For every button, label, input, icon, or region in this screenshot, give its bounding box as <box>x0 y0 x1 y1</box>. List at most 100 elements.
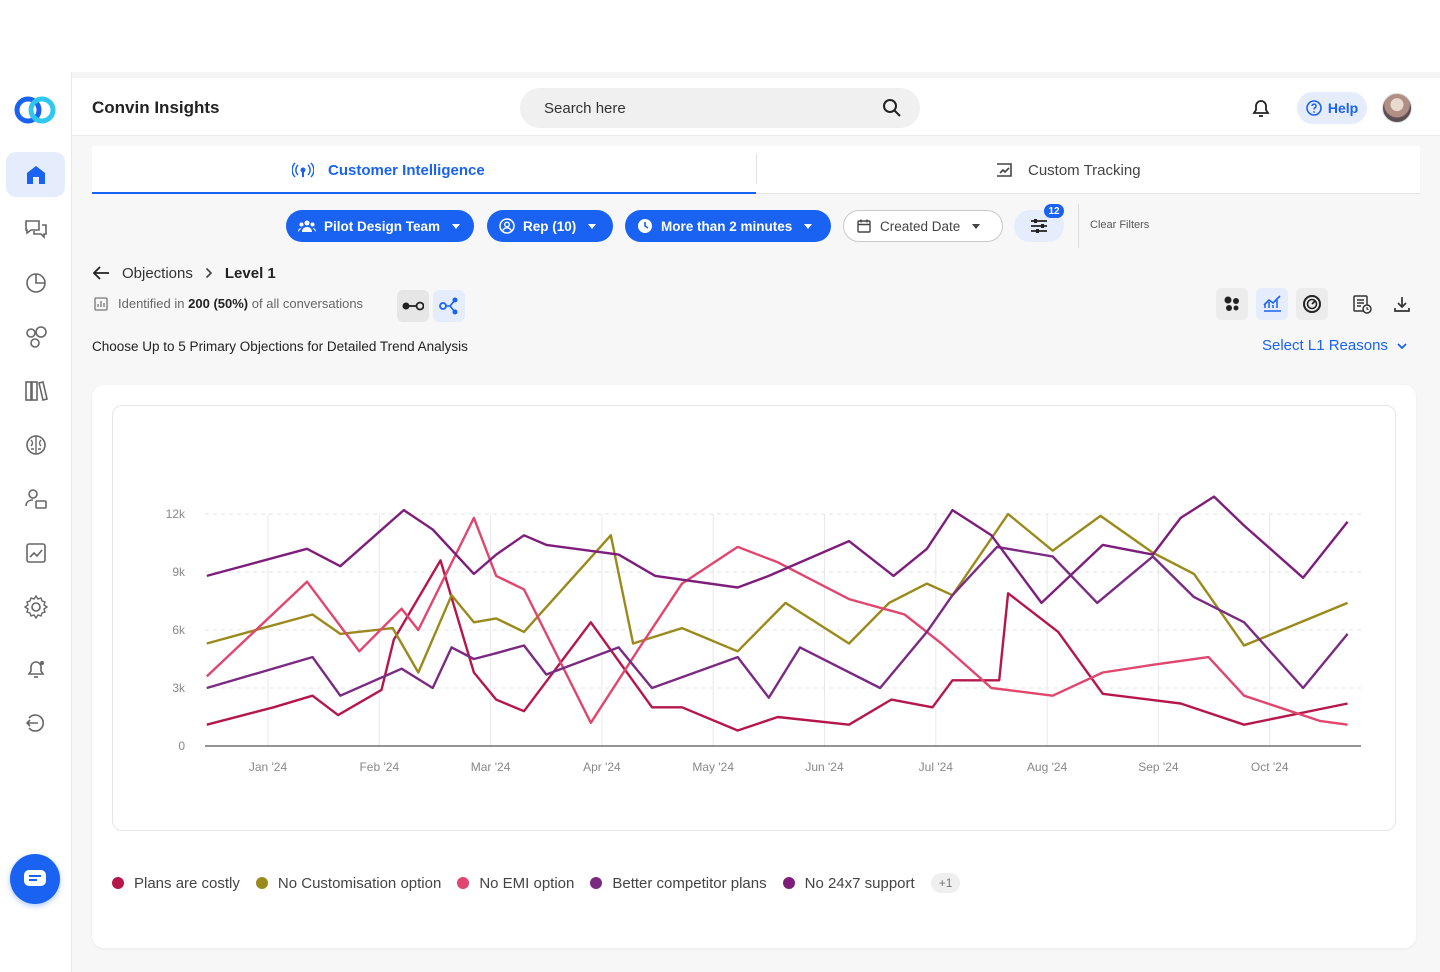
chat-support-button[interactable] <box>10 854 60 904</box>
x-tick-label: Apr '24 <box>583 760 621 774</box>
view-toggle <box>397 290 465 322</box>
legend-item[interactable]: Plans are costly <box>112 875 240 892</box>
calendar-icon <box>857 219 871 233</box>
advanced-filters-button[interactable]: 12 <box>1014 204 1064 242</box>
download-icon <box>1394 297 1410 312</box>
x-tick-label: Sep '24 <box>1138 760 1179 774</box>
legend-dot <box>255 877 268 889</box>
gauge-icon <box>1303 295 1321 313</box>
sidebar-item-users[interactable] <box>6 476 65 521</box>
bell-alert-icon <box>27 660 44 678</box>
team-filter[interactable]: Pilot Design Team <box>286 210 474 242</box>
tab-custom-tracking[interactable]: Custom Tracking <box>994 146 1141 194</box>
tab-customer-intelligence[interactable]: Customer Intelligence <box>292 146 485 194</box>
search-icon[interactable] <box>882 98 902 118</box>
legend-item[interactable]: Better competitor plans <box>590 875 767 892</box>
linear-view-button[interactable] <box>397 290 429 322</box>
breadcrumb-parent[interactable]: Objections <box>122 265 193 282</box>
date-filter[interactable]: Created Date <box>843 210 1003 242</box>
legend-label: No Customisation option <box>277 874 442 892</box>
x-tick-label: Jun '24 <box>805 760 844 774</box>
bubbles-icon <box>1224 296 1239 311</box>
connect-nodes-icon <box>402 301 424 311</box>
trend-chart-icon <box>25 542 46 563</box>
chevron-down-icon <box>972 223 981 229</box>
duration-filter-label: More than 2 minutes <box>661 218 793 234</box>
convin-logo[interactable] <box>14 94 58 126</box>
legend-item[interactable]: No 24x7 support <box>782 875 915 892</box>
rep-filter[interactable]: Rep (10) <box>487 210 613 242</box>
pie-chart-icon <box>25 272 46 293</box>
y-tick-label: 0 <box>178 739 185 753</box>
identified-suffix: of all conversations <box>251 296 364 311</box>
line-chart-icon <box>1263 295 1281 312</box>
chat-bubbles-icon <box>24 219 47 239</box>
x-tick-label: May '24 <box>692 760 734 774</box>
sidebar-item-library[interactable] <box>6 368 65 413</box>
sidebar <box>0 72 72 972</box>
sidebar-item-ai[interactable] <box>6 422 65 467</box>
sidebar-item-analytics[interactable] <box>6 260 65 305</box>
chevron-down-icon <box>804 223 813 229</box>
legend-item[interactable]: No EMI option <box>457 875 574 892</box>
download-button[interactable] <box>1386 288 1418 320</box>
chart-container: 0 3k 6k 9k 12k Jan '24 Feb '24 Mar '24 Apr '24 Ma… <box>112 405 1396 831</box>
sidebar-item-reports[interactable] <box>6 530 65 575</box>
series-line-1[interactable] <box>206 559 1348 732</box>
logout-icon <box>25 713 44 732</box>
series-line-3[interactable] <box>205 516 1348 726</box>
x-tick-label: Oct '24 <box>1251 760 1289 774</box>
bubble-view-button[interactable] <box>1216 288 1248 320</box>
identified-summary: Identified in 200 (50%) of all conversat… <box>94 296 363 311</box>
duration-filter[interactable]: More than 2 minutes <box>625 210 831 242</box>
sidebar-item-conversations[interactable] <box>6 206 65 251</box>
sidebar-item-clusters[interactable] <box>6 314 65 359</box>
notification-bell-icon[interactable] <box>1249 96 1273 120</box>
y-tick-label: 6k <box>172 623 186 637</box>
help-label: Help <box>1327 100 1359 116</box>
filter-count-badge: 12 <box>1044 204 1064 218</box>
clear-filters-link[interactable]: Clear Filters <box>1090 219 1149 231</box>
legend-dot <box>590 877 603 889</box>
series-line-5[interactable] <box>206 495 1349 605</box>
active-tab-indicator <box>92 192 756 194</box>
help-button[interactable]: Help <box>1297 92 1367 124</box>
report-clock-icon <box>1353 295 1372 314</box>
library-icon <box>24 380 48 401</box>
search-input[interactable] <box>544 99 882 117</box>
x-tick-label: Jan '24 <box>249 760 288 774</box>
series-line-2[interactable] <box>206 512 1349 674</box>
tab-bar: Customer Intelligence Custom Tracking <box>92 146 1420 194</box>
legend-item[interactable]: No Customisation option <box>255 874 442 892</box>
user-briefcase-icon <box>24 488 47 509</box>
filter-divider <box>1078 204 1079 248</box>
gauge-view-button[interactable] <box>1296 288 1328 320</box>
tracking-chart-icon <box>997 163 1012 177</box>
legend-dot <box>457 877 470 889</box>
y-tick-label: 12k <box>166 507 186 521</box>
search-bar[interactable] <box>520 88 920 128</box>
report-settings-button[interactable] <box>1346 288 1378 320</box>
x-tick-label: Mar '24 <box>471 760 511 774</box>
share-nodes-icon <box>439 297 458 315</box>
sidebar-item-settings[interactable] <box>6 584 65 629</box>
clock-icon <box>638 219 652 233</box>
legend-dot <box>112 877 124 889</box>
sidebar-item-alerts[interactable] <box>6 646 65 691</box>
trend-line-chart: 0 3k 6k 9k 12k Jan '24 Feb '24 Mar '24 Apr '24 Ma… <box>166 495 1361 774</box>
chart-tools <box>1216 288 1418 320</box>
trend-view-button[interactable] <box>1256 288 1288 320</box>
legend-label: Plans are costly <box>134 874 240 892</box>
sidebar-item-logout[interactable] <box>6 700 65 745</box>
date-filter-label: Created Date <box>880 218 961 234</box>
tree-view-button[interactable] <box>433 290 465 322</box>
sidebar-item-home[interactable] <box>6 152 65 197</box>
select-l1-reasons-dropdown[interactable]: Select L1 Reasons <box>1262 337 1408 354</box>
legend-more-badge[interactable]: +1 <box>930 873 961 893</box>
back-arrow-icon[interactable] <box>92 265 110 281</box>
series-line-4[interactable] <box>206 545 1349 699</box>
identified-pct: (50%) <box>213 296 249 311</box>
chart-legend: Plans are costly No Customisation option N… <box>112 873 961 893</box>
chevron-right-icon <box>205 267 213 279</box>
user-avatar[interactable] <box>1382 93 1412 123</box>
